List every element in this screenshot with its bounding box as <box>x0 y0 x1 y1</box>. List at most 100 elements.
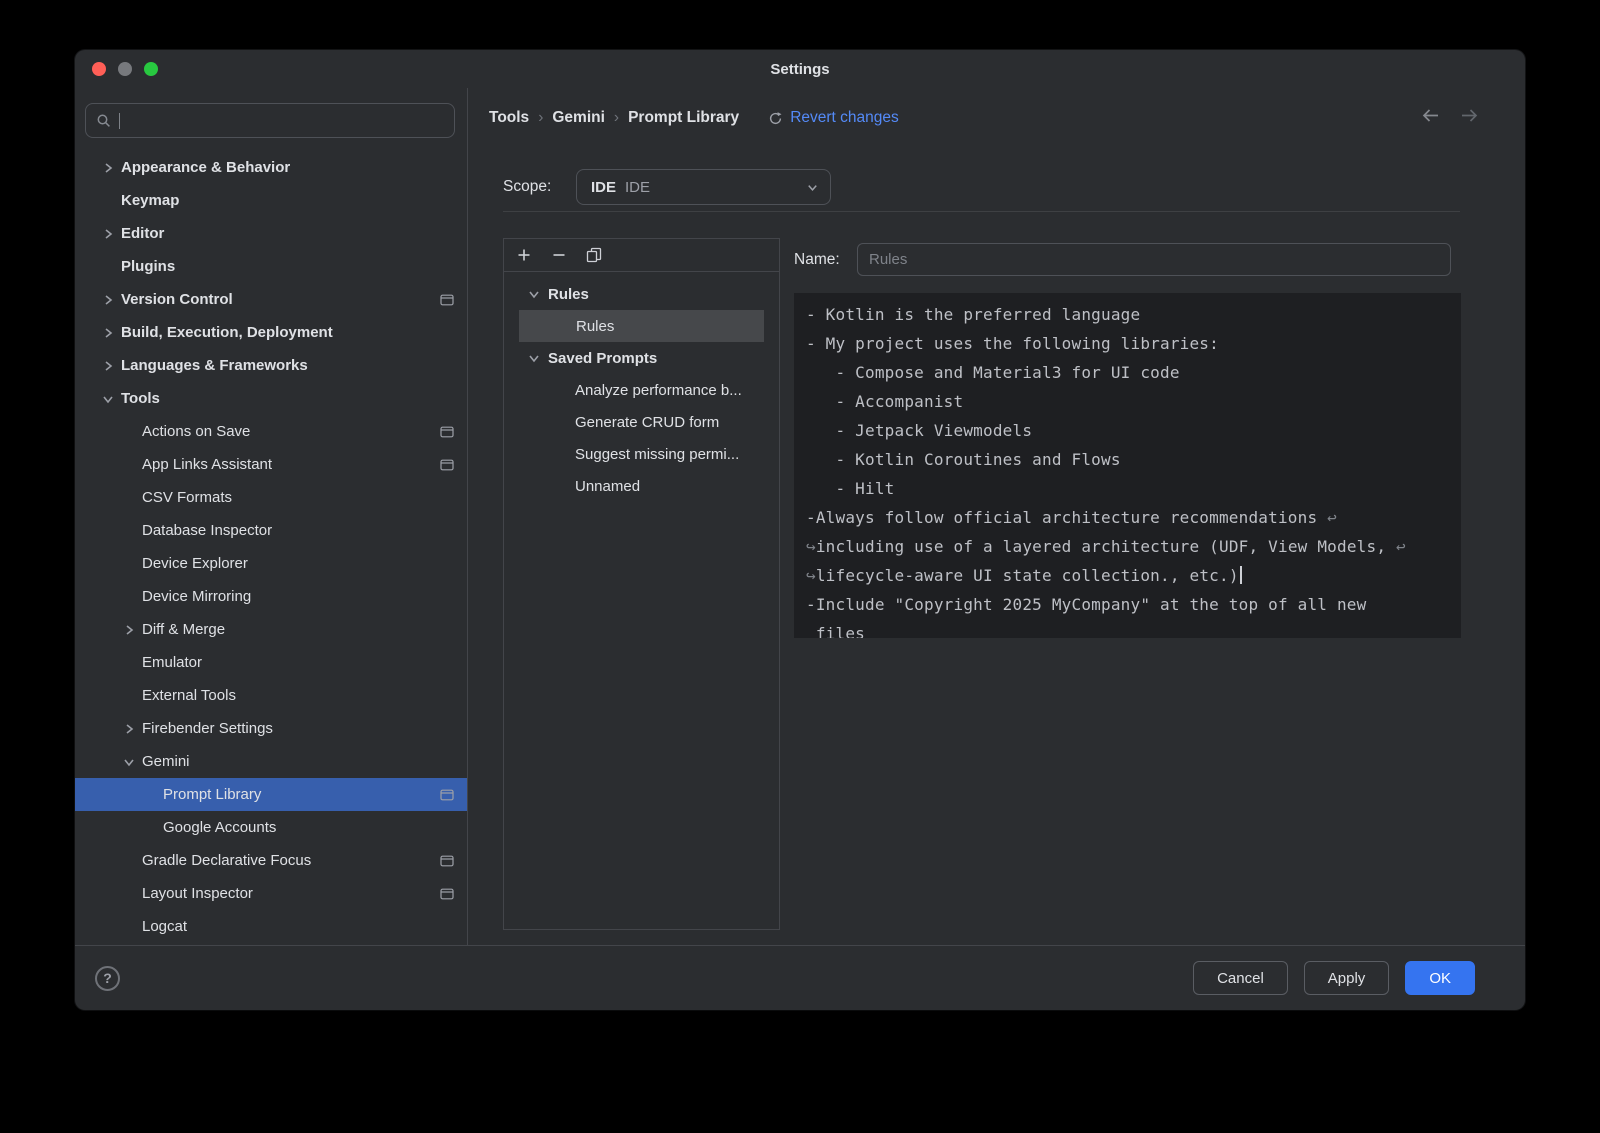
breadcrumb-prompt-library[interactable]: Prompt Library <box>628 109 739 127</box>
sidebar-item-device-mirroring[interactable]: Device Mirroring <box>75 580 467 613</box>
forward-arrow-icon[interactable] <box>1460 108 1479 123</box>
add-button[interactable] <box>515 246 533 264</box>
prompt-item-generate-crud-form[interactable]: Generate CRUD form <box>504 406 779 438</box>
section-divider <box>503 211 1460 212</box>
prompt-item-suggest-missing-permi[interactable]: Suggest missing permi... <box>504 438 779 470</box>
sidebar-item-logcat[interactable]: Logcat <box>75 910 467 943</box>
help-button[interactable]: ? <box>95 966 120 991</box>
sidebar-item-external-tools[interactable]: External Tools <box>75 679 467 712</box>
soft-wrap-icon: ↪ <box>806 537 816 556</box>
remove-button[interactable] <box>550 246 568 264</box>
breadcrumb-tools[interactable]: Tools <box>489 109 529 127</box>
chevron-right-icon[interactable] <box>100 325 121 341</box>
sidebar-item-label: External Tools <box>142 687 467 704</box>
sidebar-item-csv-formats[interactable]: CSV Formats <box>75 481 467 514</box>
editor-line: - Compose and Material3 for UI code <box>806 358 1449 387</box>
sidebar-item-label: Languages & Frameworks <box>121 357 467 374</box>
scope-value: IDE <box>625 179 650 196</box>
help-label: ? <box>103 970 112 986</box>
sidebar: Appearance & Behavior Keymap EditorPlugins… <box>75 88 468 945</box>
back-arrow-icon[interactable] <box>1421 108 1440 123</box>
monitor-icon <box>440 855 454 867</box>
ok-button[interactable]: OK <box>1405 961 1475 995</box>
monitor-icon <box>440 294 454 306</box>
close-button[interactable] <box>92 62 106 76</box>
cancel-button[interactable]: Cancel <box>1193 961 1288 995</box>
traffic-lights <box>92 62 158 76</box>
chevron-right-icon[interactable] <box>100 358 121 374</box>
sidebar-item-plugins[interactable]: Plugins <box>75 250 467 283</box>
sidebar-item-google-accounts[interactable]: Google Accounts <box>75 811 467 844</box>
breadcrumb: Tools › Gemini › Prompt Library Revert c… <box>489 104 899 132</box>
scope-select[interactable]: IDE IDE <box>576 169 831 205</box>
sidebar-item-tools[interactable]: Tools <box>75 382 467 415</box>
revert-changes-link[interactable]: Revert changes <box>768 109 899 127</box>
search-input[interactable] <box>85 103 455 138</box>
sidebar-item-version-control[interactable]: Version Control <box>75 283 467 316</box>
dialog-buttons: Cancel Apply OK <box>1193 961 1475 995</box>
chevron-down-icon[interactable] <box>526 286 548 302</box>
duplicate-button[interactable] <box>585 246 603 264</box>
sidebar-item-label: Database Inspector <box>142 522 467 539</box>
sidebar-item-languages-frameworks[interactable]: Languages & Frameworks <box>75 349 467 382</box>
sidebar-item-gemini[interactable]: Gemini <box>75 745 467 778</box>
sidebar-item-label: Actions on Save <box>142 423 440 440</box>
sidebar-item-firebender-settings[interactable]: Firebender Settings <box>75 712 467 745</box>
chevron-down-icon[interactable] <box>526 350 548 366</box>
chevron-down-icon[interactable] <box>100 391 121 407</box>
prompt-item-label: Rules <box>548 286 589 303</box>
prompt-group-saved-prompts[interactable]: Saved Prompts <box>504 342 779 374</box>
sidebar-item-label: Layout Inspector <box>142 885 440 902</box>
prompt-item-label: Suggest missing permi... <box>575 446 739 463</box>
zoom-button[interactable] <box>144 62 158 76</box>
footer-bar: ? Cancel Apply OK <box>75 945 1525 1010</box>
sidebar-item-editor[interactable]: Editor <box>75 217 467 250</box>
breadcrumb-separator: › <box>538 109 543 127</box>
sidebar-item-label: Device Explorer <box>142 555 467 572</box>
chevron-right-icon[interactable] <box>100 226 121 242</box>
sidebar-item-layout-inspector[interactable]: Layout Inspector <box>75 877 467 910</box>
sidebar-item-keymap[interactable]: Keymap <box>75 184 467 217</box>
chevron-right-icon[interactable] <box>100 160 121 176</box>
settings-tree: Appearance & Behavior Keymap EditorPlugins… <box>75 151 467 943</box>
editor-line: ↪including use of a layered architecture… <box>806 532 1449 561</box>
sidebar-item-label: Device Mirroring <box>142 588 467 605</box>
sidebar-item-build-execution-deployment[interactable]: Build, Execution, Deployment <box>75 316 467 349</box>
prompt-item-rules[interactable]: Rules <box>519 310 764 342</box>
sidebar-item-app-links-assistant[interactable]: App Links Assistant <box>75 448 467 481</box>
chevron-right-icon[interactable] <box>121 622 142 638</box>
sidebar-item-actions-on-save[interactable]: Actions on Save <box>75 415 467 448</box>
sidebar-item-emulator[interactable]: Emulator <box>75 646 467 679</box>
prompt-list-toolbar <box>504 239 779 272</box>
scope-label: Scope: <box>503 178 576 196</box>
chevron-right-icon[interactable] <box>121 721 142 737</box>
prompt-text-editor[interactable]: - Kotlin is the preferred language- My p… <box>794 293 1461 638</box>
sidebar-item-prompt-library[interactable]: Prompt Library <box>75 778 467 811</box>
sidebar-item-diff-merge[interactable]: Diff & Merge <box>75 613 467 646</box>
sidebar-item-label: Build, Execution, Deployment <box>121 324 467 341</box>
minimize-button[interactable] <box>118 62 132 76</box>
sidebar-item-device-explorer[interactable]: Device Explorer <box>75 547 467 580</box>
editor-line: - Kotlin is the preferred language <box>806 300 1449 329</box>
search-icon <box>96 113 112 129</box>
prompt-item-unnamed[interactable]: Unnamed <box>504 470 779 502</box>
prompt-group-rules[interactable]: Rules <box>504 278 779 310</box>
sidebar-item-label: Version Control <box>121 291 440 308</box>
prompt-item-label: Saved Prompts <box>548 350 657 367</box>
prompt-item-analyze-performance-b[interactable]: Analyze performance b... <box>504 374 779 406</box>
prompt-item-label: Generate CRUD form <box>575 414 719 431</box>
sidebar-item-gradle-declarative-focus[interactable]: Gradle Declarative Focus <box>75 844 467 877</box>
revert-changes-label: Revert changes <box>790 109 899 127</box>
prompt-name-input[interactable] <box>857 243 1451 276</box>
prompt-tree: Rules Rules Saved Prompts Analyze performan… <box>504 272 779 502</box>
editor-line: - Accompanist <box>806 387 1449 416</box>
sidebar-item-appearance-behavior[interactable]: Appearance & Behavior <box>75 151 467 184</box>
revert-icon <box>768 111 783 126</box>
sidebar-item-label: Keymap <box>121 192 467 209</box>
main-content: Tools › Gemini › Prompt Library Revert c… <box>469 88 1525 945</box>
breadcrumb-gemini[interactable]: Gemini <box>552 109 605 127</box>
chevron-right-icon[interactable] <box>100 292 121 308</box>
chevron-down-icon[interactable] <box>121 754 142 770</box>
apply-button[interactable]: Apply <box>1304 961 1390 995</box>
sidebar-item-database-inspector[interactable]: Database Inspector <box>75 514 467 547</box>
